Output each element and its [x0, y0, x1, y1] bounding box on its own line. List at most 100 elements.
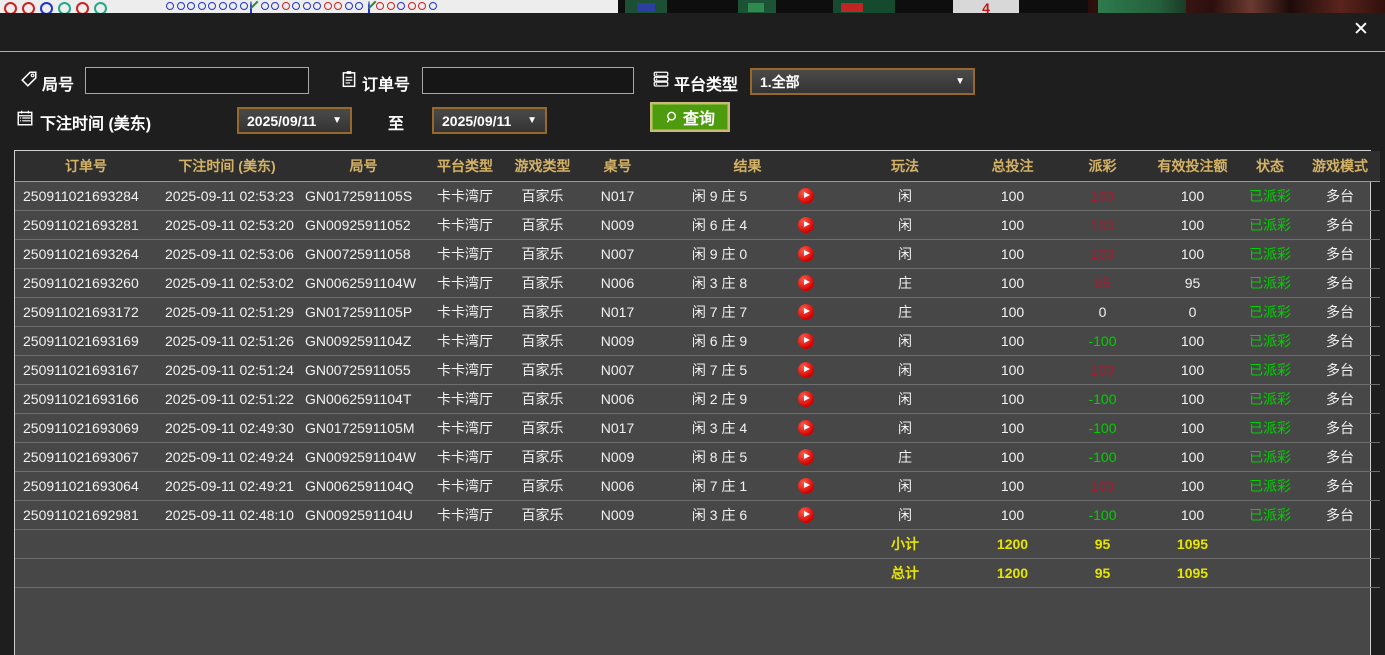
table-row[interactable]: 2509110216932812025-09-11 02:53:20GN0092… [15, 210, 1380, 239]
cell-bet: 100 [965, 297, 1060, 326]
game-tile [738, 0, 776, 13]
replay-icon[interactable] [798, 420, 814, 436]
table-row[interactable]: 2509110216932642025-09-11 02:53:06GN0072… [15, 239, 1380, 268]
cell-status: 已派彩 [1240, 210, 1300, 239]
table-row[interactable]: 2509110216932842025-09-11 02:53:23GN0172… [15, 181, 1380, 210]
cell-mode: 多台 [1300, 239, 1380, 268]
cell-play: 闲 [845, 384, 965, 413]
table-row[interactable]: 2509110216929812025-09-11 02:48:10GN0092… [15, 500, 1380, 529]
order-input[interactable] [422, 67, 634, 94]
table-row[interactable]: 2509110216931722025-09-11 02:51:29GN0172… [15, 297, 1380, 326]
cell-play: 闲 [845, 210, 965, 239]
table-row[interactable]: 2509110216930692025-09-11 02:49:30GN0172… [15, 413, 1380, 442]
column-header: 平台类型 [430, 151, 500, 181]
cell-valid: 100 [1145, 239, 1240, 268]
card-fan [1098, 0, 1186, 13]
cell-status: 已派彩 [1240, 471, 1300, 500]
replay-icon[interactable] [798, 449, 814, 465]
cell-result: 闲 9 庄 5 [650, 181, 845, 210]
cell-order: 250911021693167 [15, 355, 157, 384]
cell-mode: 多台 [1300, 210, 1380, 239]
road-symbol [376, 2, 384, 10]
replay-icon[interactable] [798, 507, 814, 523]
cell-result: 闲 7 庄 7 [650, 297, 845, 326]
replay-icon[interactable] [798, 391, 814, 407]
date-from-select[interactable]: 2025/09/11 ▼ [237, 107, 352, 134]
table-row[interactable]: 2509110216931662025-09-11 02:51:22GN0062… [15, 384, 1380, 413]
cell-table: N017 [585, 413, 650, 442]
cell-table: N006 [585, 268, 650, 297]
cell-play: 闲 [845, 355, 965, 384]
cell-play: 庄 [845, 297, 965, 326]
platform-select-value: 1.全部 [752, 72, 955, 92]
cell-result: 闲 8 庄 5 [650, 442, 845, 471]
cell-platform: 卡卡湾厅 [430, 413, 500, 442]
cell-payout: 100 [1060, 355, 1145, 384]
table-row[interactable]: 2509110216931692025-09-11 02:51:26GN0092… [15, 326, 1380, 355]
platform-select[interactable]: 1.全部 ▼ [750, 68, 975, 95]
card-tile: 4 [953, 0, 1019, 13]
order-filter-label: 订单号 [362, 71, 410, 95]
cell-play: 庄 [845, 268, 965, 297]
cell-result: 闲 6 庄 9 [650, 326, 845, 355]
table-row[interactable]: 2509110216932602025-09-11 02:53:02GN0062… [15, 268, 1380, 297]
cell-time: 2025-09-11 02:53:06 [157, 239, 297, 268]
replay-icon[interactable] [798, 478, 814, 494]
table-row[interactable]: 2509110216931672025-09-11 02:51:24GN0072… [15, 355, 1380, 384]
table-row[interactable]: 2509110216930672025-09-11 02:49:24GN0092… [15, 442, 1380, 471]
cell-time: 2025-09-11 02:53:23 [157, 181, 297, 210]
cell-valid: 100 [1145, 471, 1240, 500]
subtotal-row-bet: 1200 [965, 529, 1060, 558]
tag-icon [20, 70, 38, 88]
bead-symbol [22, 2, 35, 13]
cell-table: N009 [585, 500, 650, 529]
cell-bet: 100 [965, 181, 1060, 210]
replay-icon[interactable] [798, 304, 814, 320]
date-to-value: 2025/09/11 [434, 113, 527, 129]
cell-round: GN0062591104T [297, 384, 430, 413]
total-row-label: 总计 [845, 558, 965, 587]
replay-icon[interactable] [798, 333, 814, 349]
replay-icon[interactable] [798, 362, 814, 378]
cell-mode: 多台 [1300, 413, 1380, 442]
road-symbol [408, 2, 416, 10]
round-filter-label: 局号 [42, 71, 74, 95]
replay-icon[interactable] [798, 275, 814, 291]
replay-icon[interactable] [798, 188, 814, 204]
cell-result: 闲 9 庄 0 [650, 239, 845, 268]
replay-icon[interactable] [798, 246, 814, 262]
cell-platform: 卡卡湾厅 [430, 442, 500, 471]
search-button[interactable]: 查询 [650, 102, 730, 132]
cell-order: 250911021693166 [15, 384, 157, 413]
cell-time: 2025-09-11 02:48:10 [157, 500, 297, 529]
cell-result: 闲 7 庄 5 [650, 355, 845, 384]
cell-round: GN00725911058 [297, 239, 430, 268]
cell-payout: -100 [1060, 326, 1145, 355]
cell-play: 闲 [845, 326, 965, 355]
cell-table: N017 [585, 297, 650, 326]
cell-payout: 0 [1060, 297, 1145, 326]
column-header: 下注时间 (美东) [157, 151, 297, 181]
cell-table: N009 [585, 442, 650, 471]
column-header: 有效投注额 [1145, 151, 1240, 181]
cell-mode: 多台 [1300, 384, 1380, 413]
cell-bet: 100 [965, 239, 1060, 268]
cell-game: 百家乐 [500, 239, 585, 268]
cell-game: 百家乐 [500, 471, 585, 500]
cell-order: 250911021693281 [15, 210, 157, 239]
card-value: 4 [982, 0, 990, 13]
table-row[interactable]: 2509110216930642025-09-11 02:49:21GN0062… [15, 471, 1380, 500]
round-input[interactable] [85, 67, 309, 94]
cell-game: 百家乐 [500, 326, 585, 355]
cell-table: N006 [585, 384, 650, 413]
cell-platform: 卡卡湾厅 [430, 326, 500, 355]
column-header: 订单号 [15, 151, 157, 181]
cell-payout: -100 [1060, 442, 1145, 471]
cell-table: N017 [585, 181, 650, 210]
cell-mode: 多台 [1300, 442, 1380, 471]
replay-icon[interactable] [798, 217, 814, 233]
bet-table-body: 2509110216932842025-09-11 02:53:23GN0172… [15, 181, 1380, 587]
close-icon[interactable]: ✕ [1350, 19, 1372, 41]
road-symbol [345, 2, 353, 10]
date-to-select[interactable]: 2025/09/11 ▼ [432, 107, 547, 134]
